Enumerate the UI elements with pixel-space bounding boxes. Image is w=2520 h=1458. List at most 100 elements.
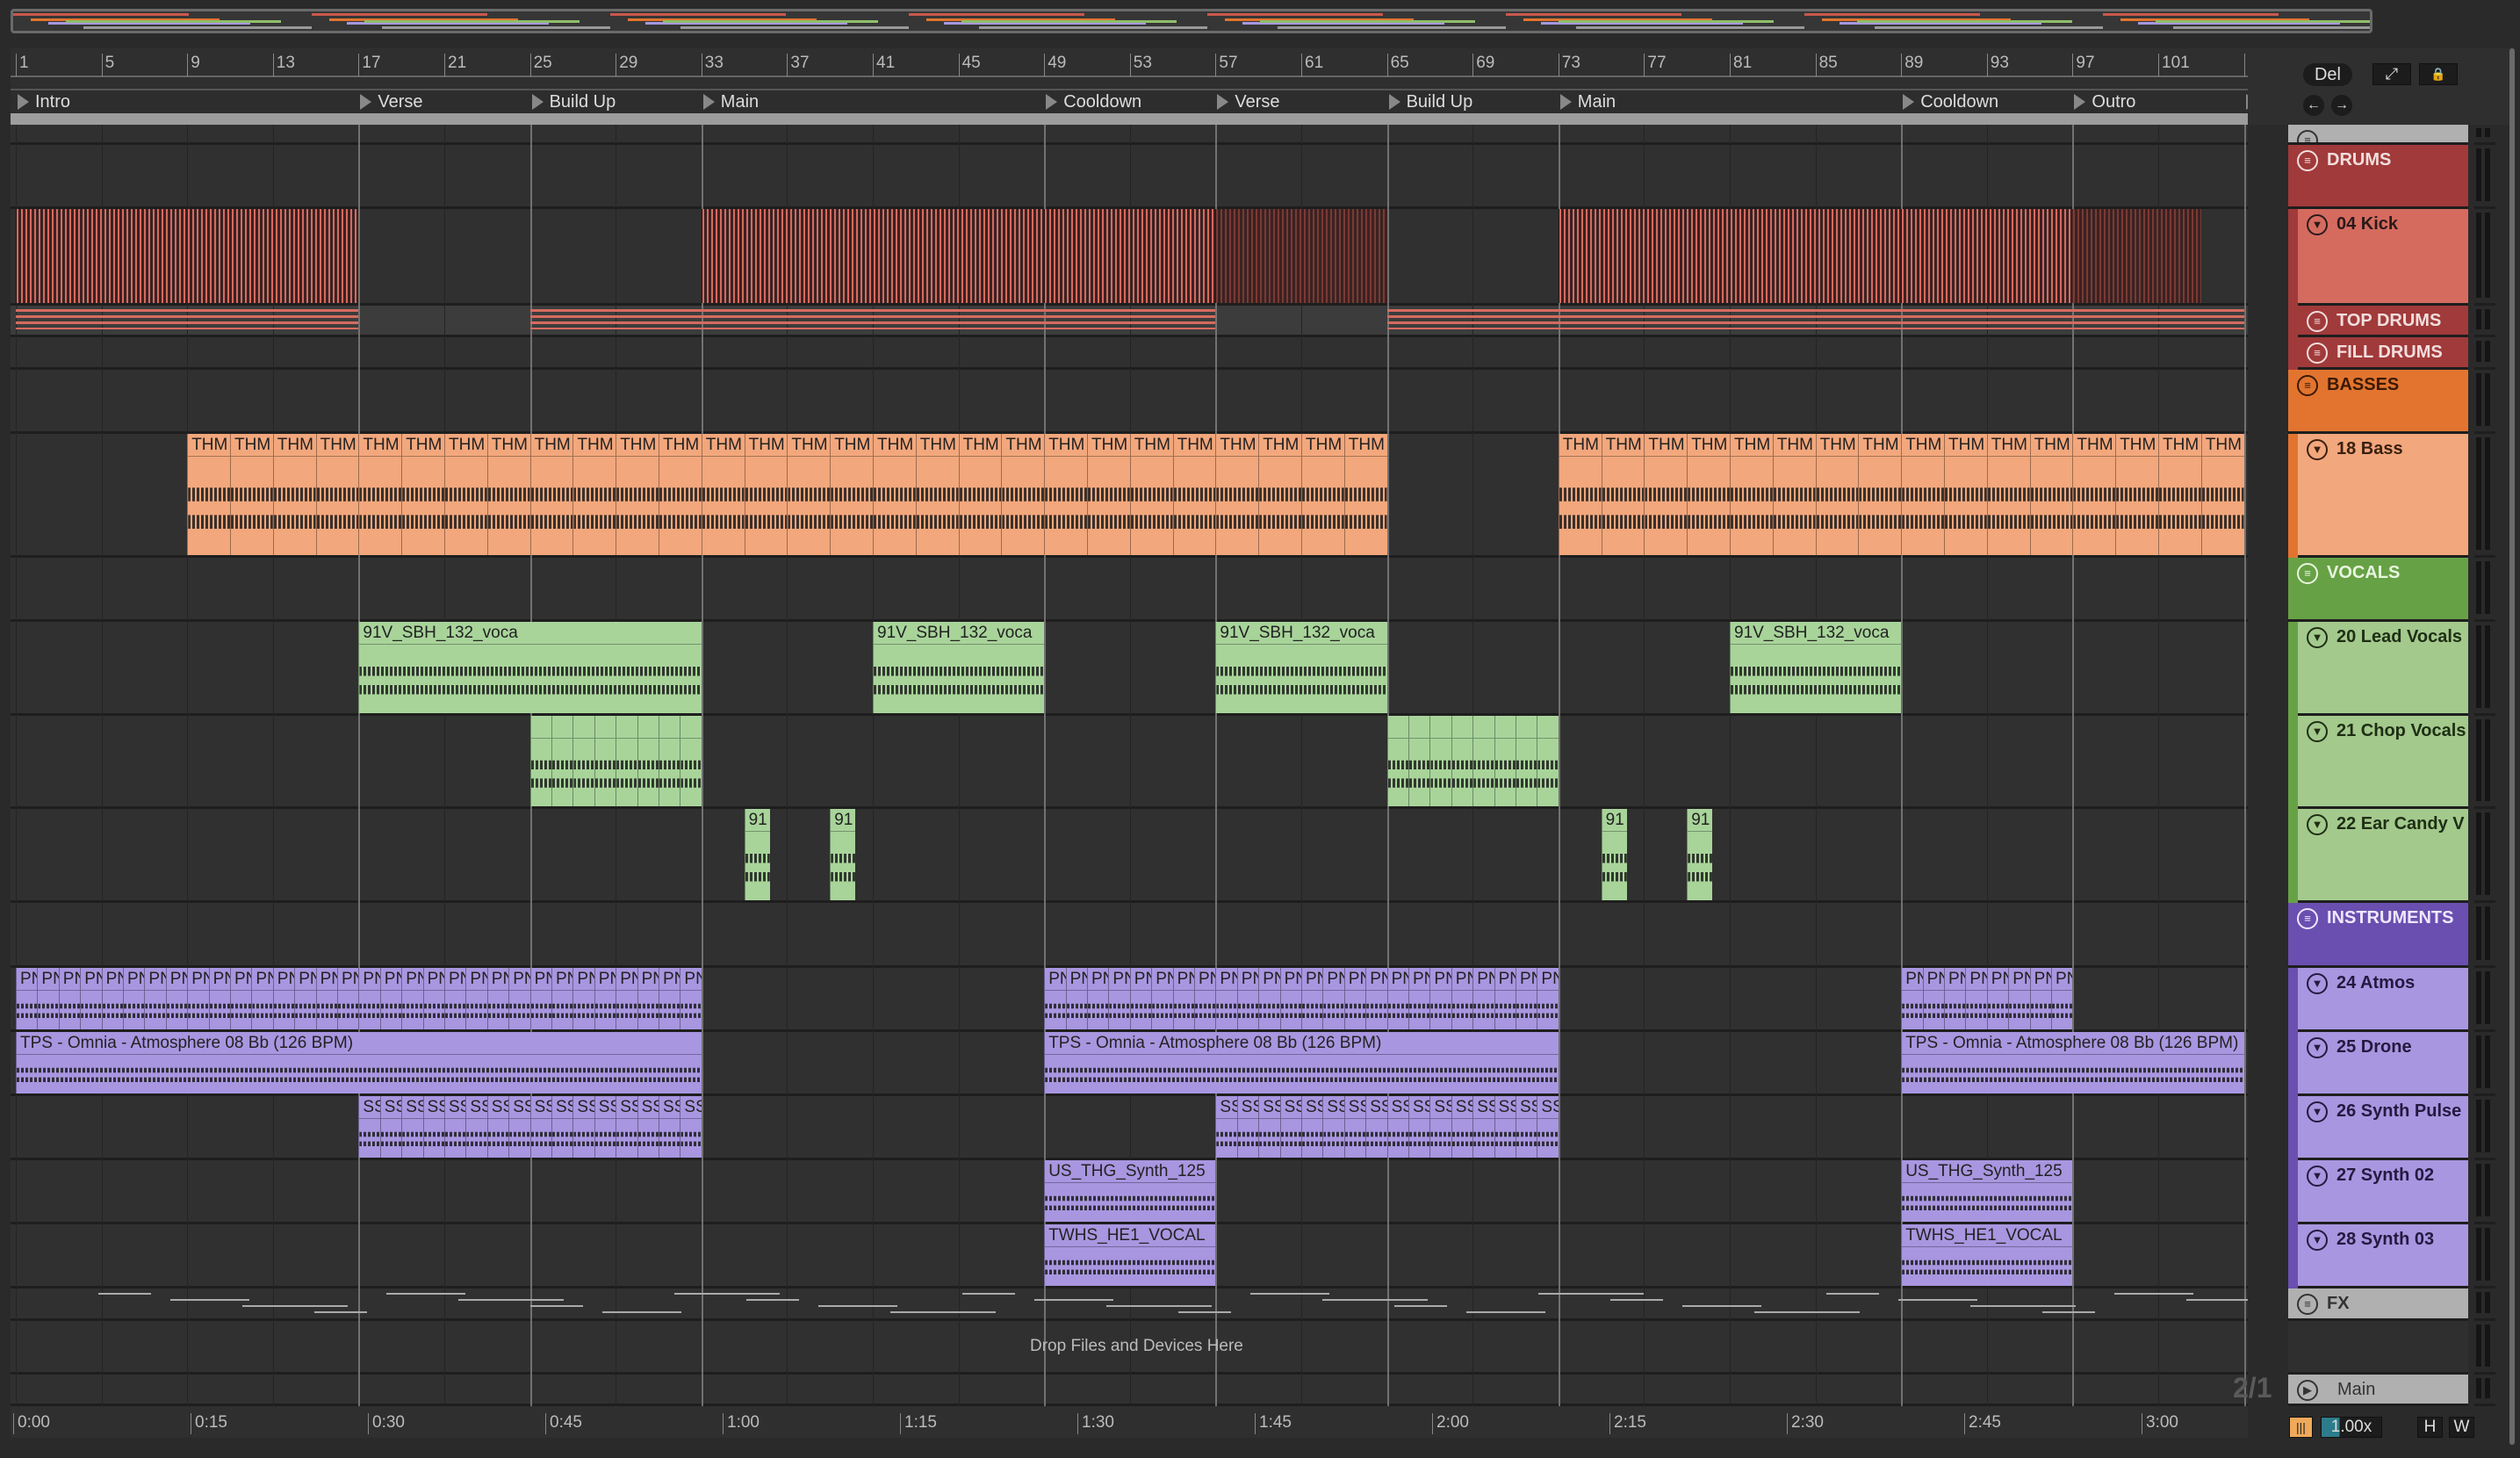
track-header-basses[interactable]: ≡ BASSES	[2288, 370, 2468, 434]
audio-clip[interactable]: PN	[1044, 968, 1066, 1029]
fold-arrow-icon[interactable]: ▼	[2307, 1230, 2328, 1251]
audio-clip[interactable]: US_THG_Synth_125	[1044, 1160, 1216, 1222]
audio-clip[interactable]: US_THG_Synth_125	[1901, 1160, 2073, 1222]
audio-clip[interactable]: SS_SMHV	[551, 1096, 573, 1158]
audio-clip[interactable]	[1516, 716, 1537, 806]
audio-clip[interactable]: THM	[1901, 434, 1944, 555]
audio-clip[interactable]: PN	[508, 968, 530, 1029]
audio-clip[interactable]: THM	[830, 434, 873, 555]
audio-clip[interactable]: THM	[1044, 434, 1087, 555]
zoom-level[interactable]: 1.00x	[2321, 1417, 2382, 1438]
beat-time-ruler[interactable]: 1 5 9 13 17 21 25 29 33 37 41 45 49 53 57 61 65 69 73 77 81 8…	[11, 48, 2275, 77]
audio-clip[interactable]: SS_SMHV	[1301, 1096, 1323, 1158]
audio-clip[interactable]: THM	[358, 434, 402, 555]
track-header-instruments[interactable]: ≡ INSTRUMENTS	[2288, 903, 2468, 968]
audio-clip[interactable]: PN	[272, 968, 295, 1029]
audio-clip[interactable]: THM	[1644, 434, 1688, 555]
audio-clip[interactable]: PN	[637, 968, 659, 1029]
arrangement-view[interactable]: THM THM THM THM THM THM THM THM THM THM THM THM THM T…	[11, 125, 2248, 1406]
audio-clip[interactable]	[551, 716, 573, 806]
audio-clip[interactable]: PN	[251, 968, 273, 1029]
audio-clip[interactable]	[680, 716, 702, 806]
audio-clip[interactable]: SS_SMHV	[594, 1096, 616, 1158]
audio-clip[interactable]: THM	[1301, 434, 1344, 555]
audio-clip[interactable]: THM	[401, 434, 444, 555]
audio-clip[interactable]: PN	[616, 968, 637, 1029]
audio-clip[interactable]: PN	[1472, 968, 1494, 1029]
audio-clip[interactable]: PN	[123, 968, 145, 1029]
audio-clip[interactable]: SS_SMHV	[572, 1096, 594, 1158]
audio-clip[interactable]: SS_SMHV	[508, 1096, 530, 1158]
audio-clip[interactable]: PN	[594, 968, 616, 1029]
audio-clip[interactable]: 91V_SBH_132_voca	[873, 622, 1045, 713]
locator-cooldown[interactable]: Cooldown	[1901, 90, 2072, 113]
audio-clip[interactable]: PN	[1537, 968, 1559, 1029]
audio-clip[interactable]: SS_SMHV	[1365, 1096, 1387, 1158]
audio-clip[interactable]: SS_SMHV	[1236, 1096, 1259, 1158]
audio-clip[interactable]: PN	[1986, 968, 2009, 1029]
audio-clip[interactable]: 91	[830, 809, 856, 900]
top-drums-clip[interactable]	[16, 309, 359, 329]
audio-clip[interactable]: THM	[744, 434, 788, 555]
audio-clip[interactable]: TWHS_HE1_VOCAL	[1901, 1224, 2073, 1286]
audio-clip[interactable]: SS_SMHV	[1386, 1096, 1408, 1158]
audio-clip[interactable]: PN	[1408, 968, 1430, 1029]
audio-clip[interactable]: PN	[337, 968, 359, 1029]
group-icon[interactable]: ≡	[2297, 150, 2318, 171]
time-ruler[interactable]: 0:00 0:15 0:30 0:45 1:00 1:15 1:30 1:45 2:00 2:15…	[11, 1406, 2248, 1438]
audio-clip[interactable]: PN	[1965, 968, 1987, 1029]
lock-icon[interactable]: 🔒	[2419, 63, 2458, 85]
audio-clip[interactable]: PN	[465, 968, 487, 1029]
audio-clip[interactable]: THM	[1215, 434, 1259, 555]
track-header-main[interactable]: ▶ Main	[2288, 1375, 2468, 1406]
audio-clip[interactable]: PN	[16, 968, 38, 1029]
audio-clip[interactable]: THM	[2029, 434, 2073, 555]
locator-main[interactable]: Main	[702, 90, 1044, 113]
fold-arrow-icon[interactable]: ▼	[2307, 214, 2328, 235]
audio-clip[interactable]: THM	[1172, 434, 1216, 555]
audio-clip[interactable]: SS_SMHV	[379, 1096, 402, 1158]
audio-clip[interactable]: SS_SMHV	[444, 1096, 466, 1158]
audio-clip[interactable]	[1537, 716, 1559, 806]
audio-clip[interactable]	[1408, 716, 1430, 806]
audio-clip[interactable]: PN	[1301, 968, 1323, 1029]
fold-arrow-icon[interactable]: ▼	[2307, 721, 2328, 742]
audio-clip[interactable]: PN	[1429, 968, 1451, 1029]
link-icon[interactable]: ⤢	[2372, 63, 2411, 85]
audio-clip[interactable]: SS_SMHV	[680, 1096, 702, 1158]
audio-clip[interactable]: PN	[1172, 968, 1194, 1029]
audio-clip[interactable]: THM	[1687, 434, 1730, 555]
audio-clip[interactable]: THM	[701, 434, 745, 555]
audio-clip[interactable]	[1494, 716, 1516, 806]
audio-clip[interactable]: PN	[187, 968, 209, 1029]
audio-clip[interactable]: THM	[2200, 434, 2244, 555]
audio-clip[interactable]: PN	[101, 968, 123, 1029]
group-icon[interactable]: ≡	[2307, 311, 2328, 332]
locator-markers[interactable]: Intro Verse Build Up Main Cooldown Verse Build…	[11, 90, 2279, 113]
audio-clip[interactable]: PN	[1343, 968, 1366, 1029]
audio-clip[interactable]: PN	[294, 968, 316, 1029]
audio-clip[interactable]	[594, 716, 616, 806]
fold-arrow-icon[interactable]: ▼	[2307, 1037, 2328, 1058]
audio-clip[interactable]: SS_SMHV	[1537, 1096, 1559, 1158]
audio-clip[interactable]: SS_SMHV	[616, 1096, 637, 1158]
audio-clip[interactable]: THM	[1858, 434, 1902, 555]
audio-clip[interactable]: SS_SMHV	[1472, 1096, 1494, 1158]
audio-clip[interactable]: 91	[744, 809, 770, 900]
audio-clip[interactable]: 91	[1601, 809, 1627, 900]
audio-clip[interactable]: PN	[1944, 968, 1966, 1029]
audio-clip[interactable]: THM	[787, 434, 831, 555]
audio-clip[interactable]: SS_SMHV	[358, 1096, 380, 1158]
audio-clip[interactable]: THM	[1730, 434, 1773, 555]
audio-clip[interactable]: THM	[2072, 434, 2116, 555]
track-header-drums[interactable]: ≡ DRUMS	[2288, 145, 2468, 209]
fold-arrow-icon[interactable]: ▼	[2307, 627, 2328, 648]
audio-clip[interactable]: THM	[873, 434, 916, 555]
audio-clip[interactable]: PN	[1108, 968, 1130, 1029]
audio-clip[interactable]: THM	[2115, 434, 2158, 555]
audio-clip[interactable]: SS_SMHV	[1279, 1096, 1301, 1158]
audio-clip[interactable]: PN	[1151, 968, 1173, 1029]
audio-clip[interactable]: SS_SMHV	[1408, 1096, 1430, 1158]
audio-clip[interactable]: SS_SMHV	[422, 1096, 444, 1158]
audio-clip[interactable]: THM	[1343, 434, 1387, 555]
